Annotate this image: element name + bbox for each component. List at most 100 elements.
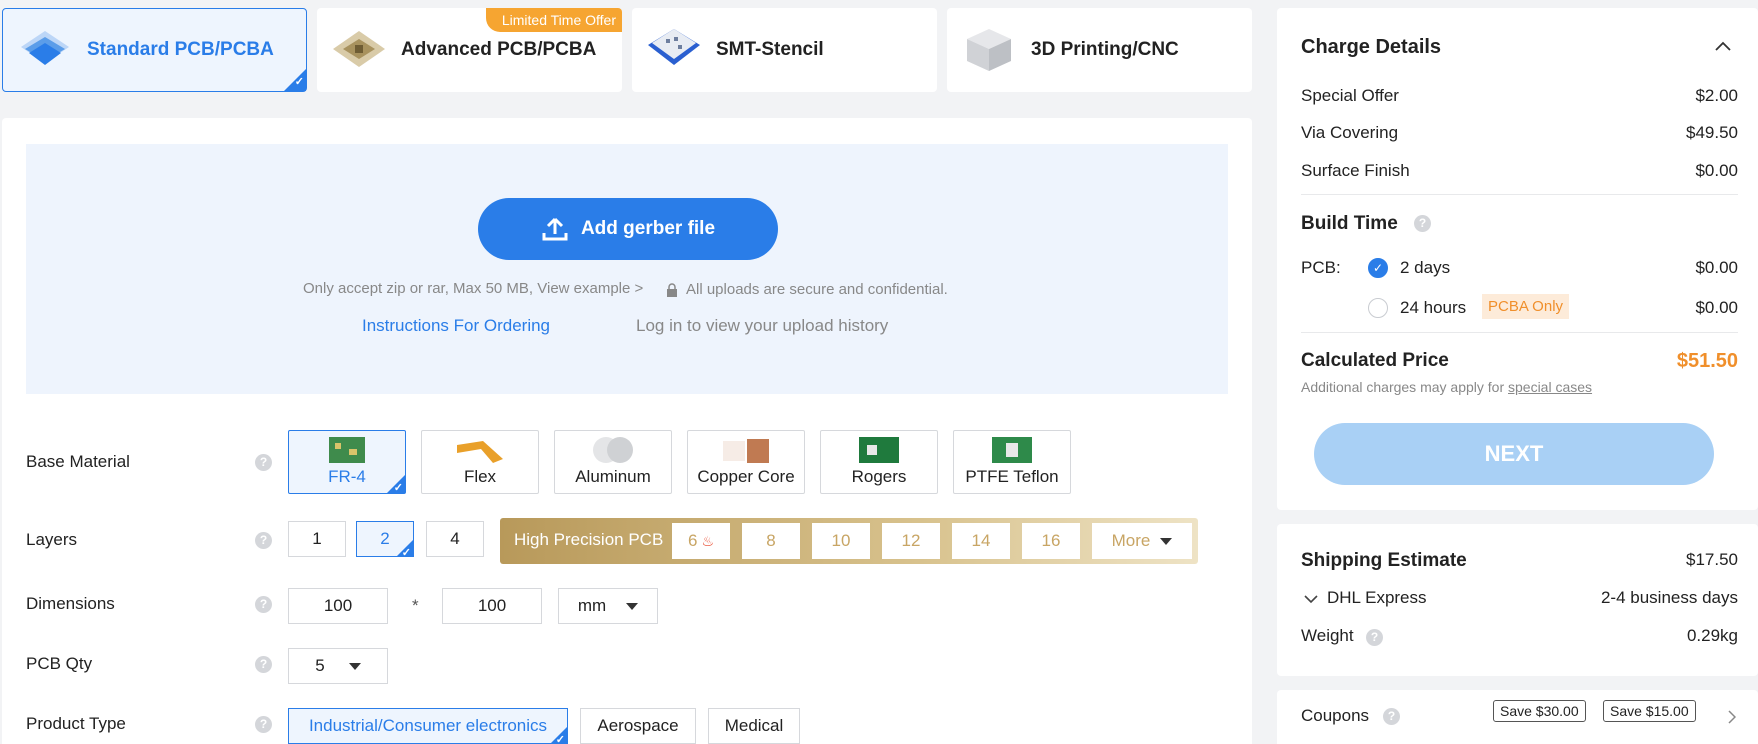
shipping-title: Shipping Estimate xyxy=(1301,550,1467,571)
stencil-icon xyxy=(648,29,700,65)
tab-smt-stencil[interactable]: SMT-Stencil xyxy=(632,8,937,92)
product-type-option-label: Industrial/Consumer electronics xyxy=(308,716,548,735)
fr4-board-icon xyxy=(329,437,365,463)
material-rogers[interactable]: Rogers xyxy=(820,430,938,494)
layer-option-2[interactable]: 2 xyxy=(356,521,414,559)
tab-label: Standard PCB/PCBA xyxy=(87,39,274,60)
calc-note: Additional charges may apply for special… xyxy=(1301,379,1592,395)
base-material-label: Base Material xyxy=(26,452,130,471)
tab-advanced-pcb[interactable]: Advanced PCB/PCBA Limited Time Offer xyxy=(317,8,622,92)
calculated-price-value: $51.50 xyxy=(1676,350,1738,372)
high-precision-label: High Precision PCB xyxy=(514,530,664,549)
pcb-qty-value: 5 xyxy=(315,656,325,675)
chevron-up-icon[interactable] xyxy=(1714,40,1732,52)
material-aluminum[interactable]: Aluminum xyxy=(554,430,672,494)
dimensions-help-icon[interactable]: ? xyxy=(255,596,272,613)
pcb-qty-label: PCB Qty xyxy=(26,654,93,673)
tab-label: SMT-Stencil xyxy=(716,39,824,60)
material-fr4[interactable]: FR-4 xyxy=(288,430,406,494)
radio-24-hours[interactable] xyxy=(1368,298,1388,318)
more-label: More xyxy=(1111,531,1151,550)
aluminum-board-icon xyxy=(593,437,633,463)
flex-board-icon xyxy=(457,441,503,463)
dimension-width-input[interactable]: 100 xyxy=(288,588,388,624)
material-flex[interactable]: Flex xyxy=(421,430,539,494)
add-gerber-label: Add gerber file xyxy=(580,218,716,239)
build-time-help-icon[interactable]: ? xyxy=(1414,215,1431,232)
add-gerber-button[interactable]: Add gerber file xyxy=(478,198,778,260)
upload-icon xyxy=(542,217,568,241)
upload-area: Add gerber file Only accept zip or rar, … xyxy=(26,144,1228,394)
material-ptfe-teflon[interactable]: PTFE Teflon xyxy=(953,430,1071,494)
more-layers-dropdown[interactable]: More xyxy=(1092,523,1192,559)
selected-check-icon xyxy=(284,69,306,91)
radio-2-days[interactable]: ✓ xyxy=(1368,258,1388,278)
material-label: PTFE Teflon xyxy=(965,467,1059,486)
build-time-title: Build Time xyxy=(1301,213,1398,234)
coupon-tag: Save $30.00 xyxy=(1493,700,1586,722)
selected-check-icon xyxy=(551,727,567,744)
material-label: Flex xyxy=(463,467,497,486)
instructions-link[interactable]: Instructions For Ordering xyxy=(362,316,550,336)
surface-finish-value: $0.00 xyxy=(1695,161,1738,180)
layer-option-4[interactable]: 4 xyxy=(426,521,484,557)
layers-label: Layers xyxy=(26,530,78,549)
layers-help-icon[interactable]: ? xyxy=(255,532,272,549)
material-copper-core[interactable]: Copper Core xyxy=(687,430,805,494)
build-option-label: 24 hours xyxy=(1400,298,1467,317)
base-material-help-icon[interactable]: ? xyxy=(255,454,272,471)
layer-option-16[interactable]: 16 xyxy=(1022,523,1080,559)
carrier-name[interactable]: DHL Express xyxy=(1327,588,1427,608)
dimension-separator: * xyxy=(412,596,419,615)
chevron-right-icon xyxy=(1728,710,1736,724)
pcb-qty-help-icon[interactable]: ? xyxy=(255,656,272,673)
shipping-value: $17.50 xyxy=(1686,550,1738,569)
layer-option-14[interactable]: 14 xyxy=(952,523,1010,559)
coupons-panel[interactable]: Coupons ? Save $30.00 Save $15.00 xyxy=(1277,690,1758,744)
build-option-value: $0.00 xyxy=(1695,298,1738,317)
product-type-help-icon[interactable]: ? xyxy=(255,716,272,733)
chevron-down-icon xyxy=(348,662,361,670)
unit-label: mm xyxy=(577,596,607,615)
tab-standard-pcb[interactable]: Standard PCB/PCBA xyxy=(2,8,307,92)
special-cases-link[interactable]: special cases xyxy=(1508,379,1592,395)
divider xyxy=(1301,194,1738,195)
special-offer-label: Special Offer xyxy=(1301,86,1399,105)
layer-option-12[interactable]: 12 xyxy=(882,523,940,559)
high-precision-bar: High Precision PCB 6 ♨ 8 10 12 14 16 Mor… xyxy=(500,518,1198,564)
divider xyxy=(1301,332,1738,333)
selected-check-icon xyxy=(397,540,413,559)
lock-icon xyxy=(667,282,677,297)
dimension-unit-select[interactable]: mm xyxy=(558,588,658,624)
pcb-qty-select[interactable]: 5 xyxy=(288,648,388,684)
cube-3d-icon xyxy=(967,29,1011,71)
selected-check-icon xyxy=(387,475,405,494)
pcba-only-badge: PCBA Only xyxy=(1482,294,1570,319)
layer-option-10[interactable]: 10 xyxy=(812,523,870,559)
upload-note: Only accept zip or rar, Max 50 MB, View … xyxy=(303,280,644,297)
calculated-price-title: Calculated Price xyxy=(1301,350,1449,371)
tab-3d-printing[interactable]: 3D Printing/CNC xyxy=(947,8,1252,92)
layer-option-6[interactable]: 6 ♨ xyxy=(672,523,730,559)
product-type-label: Product Type xyxy=(26,714,126,733)
pcb-label: PCB: xyxy=(1301,258,1341,277)
surface-finish-label: Surface Finish xyxy=(1301,161,1410,180)
charge-details-title: Charge Details xyxy=(1301,36,1442,58)
product-type-aerospace[interactable]: Aerospace xyxy=(580,708,696,744)
layer-option-8[interactable]: 8 xyxy=(742,523,800,559)
layer-option-label: 2 xyxy=(380,529,390,548)
calc-note-text: Additional charges may apply for xyxy=(1301,379,1505,395)
shipping-panel: Shipping Estimate $17.50 DHL Express 2-4… xyxy=(1277,524,1758,676)
chevron-down-icon[interactable] xyxy=(1303,594,1319,604)
product-type-medical[interactable]: Medical xyxy=(708,708,800,744)
layer-option-1[interactable]: 1 xyxy=(288,521,346,557)
fire-icon: ♨ xyxy=(701,532,715,549)
product-type-industrial[interactable]: Industrial/Consumer electronics xyxy=(288,708,568,744)
upload-history-link[interactable]: Log in to view your upload history xyxy=(636,316,888,336)
coupons-help-icon[interactable]: ? xyxy=(1383,708,1400,725)
weight-value: 0.29kg xyxy=(1686,626,1738,645)
layer-option-label: 6 xyxy=(687,531,698,550)
dimension-height-input[interactable]: 100 xyxy=(442,588,542,624)
next-button[interactable]: NEXT xyxy=(1314,423,1714,485)
weight-help-icon[interactable]: ? xyxy=(1366,629,1383,646)
